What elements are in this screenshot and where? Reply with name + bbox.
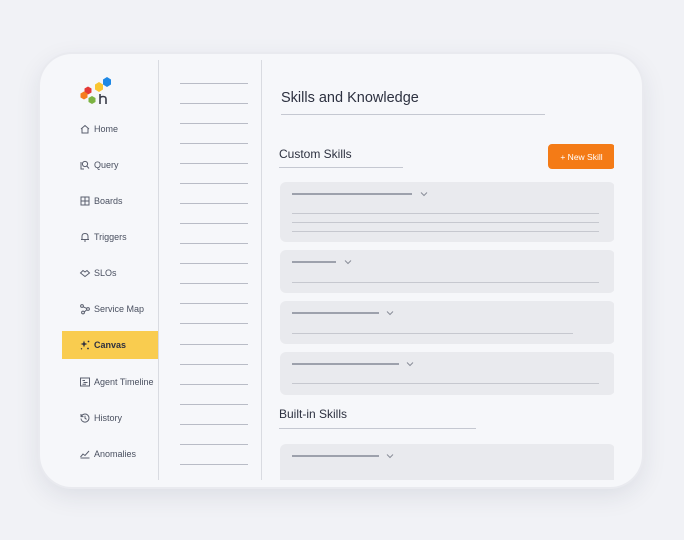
skill-card[interactable]: [280, 301, 614, 344]
page-title: Skills and Knowledge: [281, 90, 419, 106]
nav-label: Agent Timeline: [94, 377, 154, 387]
list-item-placeholder[interactable]: [180, 83, 248, 84]
list-item-placeholder[interactable]: [180, 203, 248, 204]
nav-label: Triggers: [94, 232, 127, 242]
boards-icon: [80, 196, 90, 206]
query-icon: [80, 160, 90, 170]
list-item-placeholder[interactable]: [180, 163, 248, 164]
text-placeholder: [292, 333, 573, 334]
chevron-down-icon[interactable]: [344, 259, 352, 265]
list-item-placeholder[interactable]: [180, 183, 248, 184]
nav-item-service-map[interactable]: Service Map: [62, 295, 158, 323]
slo-icon: [79, 269, 91, 278]
nav-item-anomalies[interactable]: Anomalies: [62, 440, 158, 468]
anomalies-icon: [80, 450, 90, 459]
chevron-down-icon[interactable]: [386, 310, 394, 316]
custom-skills-heading: Custom Skills: [279, 147, 352, 161]
skill-card[interactable]: [280, 250, 614, 293]
list-item-placeholder[interactable]: [180, 323, 248, 324]
nav-label: History: [94, 413, 123, 423]
skill-card[interactable]: [280, 182, 614, 242]
skill-title-placeholder: [292, 363, 399, 365]
list-item-placeholder[interactable]: [180, 364, 248, 365]
nav-item-home[interactable]: Home: [62, 115, 158, 143]
list-item-placeholder[interactable]: [180, 384, 248, 385]
nav-label: Canvas: [94, 340, 127, 350]
skill-title-placeholder: [292, 455, 379, 457]
text-placeholder: [292, 213, 599, 214]
list-item-placeholder[interactable]: [180, 344, 248, 345]
nav-label: SLOs: [94, 268, 117, 278]
list-item-placeholder[interactable]: [180, 243, 248, 244]
list-item-placeholder[interactable]: [180, 103, 248, 104]
list-item-placeholder[interactable]: [180, 464, 248, 465]
skill-title-placeholder: [292, 193, 412, 195]
list-item-placeholder[interactable]: [180, 444, 248, 445]
list-item-placeholder[interactable]: [180, 223, 248, 224]
text-placeholder: [292, 231, 599, 232]
app-screen: Home Query Boards Triggers SLOs Service …: [62, 60, 614, 480]
builtin-skills-heading: Built-in Skills: [279, 407, 348, 421]
nav-item-canvas[interactable]: Canvas: [62, 331, 158, 359]
list-item-placeholder[interactable]: [180, 123, 248, 124]
chevron-down-icon[interactable]: [406, 361, 414, 367]
skill-title-placeholder: [292, 312, 379, 314]
divider: [279, 167, 403, 168]
text-placeholder: [292, 282, 599, 283]
list-item-placeholder[interactable]: [180, 424, 248, 425]
list-item-placeholder[interactable]: [180, 263, 248, 264]
service-map-icon: [80, 304, 90, 315]
new-skill-button[interactable]: + New Skill: [548, 144, 614, 169]
nav-item-history[interactable]: History: [62, 404, 158, 432]
sidebar: Home Query Boards Triggers SLOs Service …: [62, 60, 159, 480]
honeycomb-logo: [80, 77, 111, 104]
nav-item-boards[interactable]: Boards: [62, 187, 158, 215]
text-placeholder: [292, 383, 599, 384]
nav-label: Service Map: [94, 304, 145, 314]
list-item-placeholder[interactable]: [180, 303, 248, 304]
main-content: Skills and Knowledge Custom Skills + New…: [262, 60, 614, 480]
skill-card[interactable]: [280, 352, 614, 395]
list-item-placeholder[interactable]: [180, 283, 248, 284]
nav-item-triggers[interactable]: Triggers: [62, 223, 158, 251]
divider: [281, 114, 545, 115]
divider: [279, 428, 476, 429]
skill-title-placeholder: [292, 261, 336, 263]
home-icon: [80, 124, 90, 134]
chevron-down-icon[interactable]: [420, 191, 428, 197]
sparkle-icon: [80, 340, 90, 350]
text-placeholder: [292, 222, 599, 223]
nav-item-slos[interactable]: SLOs: [62, 259, 158, 287]
list-item-placeholder[interactable]: [180, 143, 248, 144]
chevron-down-icon[interactable]: [386, 453, 394, 459]
skill-card[interactable]: [280, 444, 614, 480]
timeline-icon: [80, 377, 90, 387]
bell-icon: [81, 232, 89, 242]
history-icon: [80, 413, 90, 423]
list-item-placeholder[interactable]: [180, 404, 248, 405]
nav-item-query[interactable]: Query: [62, 151, 158, 179]
nav-item-agent-timeline[interactable]: Agent Timeline: [62, 368, 158, 396]
nav-label: Boards: [94, 196, 123, 206]
nav-label: Anomalies: [94, 449, 137, 459]
nav-label: Home: [94, 124, 119, 134]
secondary-list-panel: [159, 60, 262, 480]
nav-label: Query: [94, 160, 119, 170]
